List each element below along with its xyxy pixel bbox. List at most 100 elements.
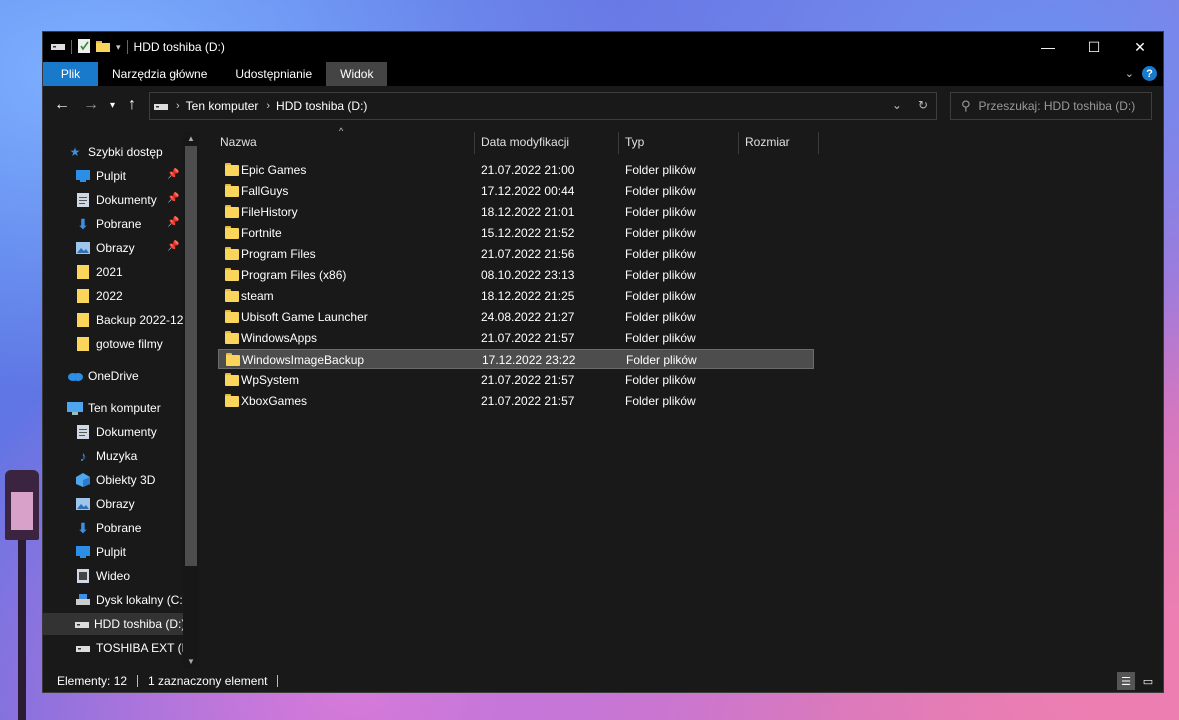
up-arrow-icon[interactable]: ↑ [128,96,136,114]
file-row[interactable]: steam 18.12.2022 21:25 Folder plików [218,286,814,306]
file-date: 21.07.2022 21:57 [481,394,575,408]
recent-locations-chevron-icon[interactable]: ▾ [110,100,115,111]
file-row-selected[interactable]: WindowsImageBackup 17.12.2022 23:22 Fold… [218,349,814,369]
music-icon: ♪ [79,448,87,464]
maximize-button[interactable]: ☐ [1071,32,1117,62]
column-divider[interactable] [474,132,475,154]
file-name: steam [241,289,274,303]
address-history-chevron-icon[interactable]: ⌄ [892,98,902,112]
file-date: 21.07.2022 21:56 [481,247,575,261]
nav-label: 2022 [96,289,123,303]
help-icon[interactable]: ? [1142,66,1157,81]
nav-recent-folder[interactable]: Backup 2022-12- [75,309,187,331]
breadcrumb-chevron-icon[interactable]: › [176,100,180,112]
cube-icon [75,473,91,487]
file-row[interactable]: Ubisoft Game Launcher 24.08.2022 21:27 F… [218,307,814,327]
column-header-size[interactable]: Rozmiar [745,128,790,156]
tab-view[interactable]: Widok [326,62,388,86]
file-type: Folder plików [625,205,696,219]
file-row[interactable]: FileHistory 18.12.2022 21:01 Folder plik… [218,202,814,222]
title-bar[interactable]: ▾ HDD toshiba (D:) — ☐ ✕ [43,32,1163,62]
nav-pinned-downloads[interactable]: ⬇ Pobrane [75,213,141,235]
file-row[interactable]: WindowsApps 21.07.2022 21:57 Folder plik… [218,328,814,348]
nav-pc-music[interactable]: ♪ Muzyka [75,445,138,467]
nav-scrollbar-thumb[interactable] [185,146,197,566]
column-divider[interactable] [738,132,739,154]
file-row[interactable]: FallGuys 17.12.2022 00:44 Folder plików [218,181,814,201]
tab-share[interactable]: Udostępnianie [221,62,326,86]
folder-icon [225,310,239,323]
file-row[interactable]: Epic Games 21.07.2022 21:00 Folder plikó… [218,160,814,180]
details-view-icon[interactable]: ☰ [1117,672,1135,690]
folder-icon [225,268,239,281]
nav-onedrive[interactable]: OneDrive [67,365,139,387]
lamp-pole [18,540,26,720]
file-row[interactable]: Program Files (x86) 08.10.2022 23:13 Fol… [218,265,814,285]
tab-home[interactable]: Narzędzia główne [98,62,221,86]
address-bar[interactable]: › Ten komputer › HDD toshiba (D:) ⌄ ↻ [149,92,937,120]
nav-pc-desktop[interactable]: Pulpit [75,541,126,563]
nav-label: Backup 2022-12- [96,313,188,327]
large-icons-view-icon[interactable]: ▭ [1139,672,1157,690]
file-date: 21.07.2022 21:57 [481,331,575,345]
column-header-type[interactable]: Typ [625,128,644,156]
nav-quick-access[interactable]: ★ Szybki dostęp [67,141,163,163]
file-row[interactable]: Fortnite 15.12.2022 21:52 Folder plików [218,223,814,243]
nav-recent-folder[interactable]: 2021 [75,261,123,283]
nav-pinned-desktop[interactable]: Pulpit [75,165,126,187]
file-row[interactable]: XboxGames 21.07.2022 21:57 Folder plików [218,391,814,411]
nav-pc-video[interactable]: Wideo [75,565,130,587]
tab-file[interactable]: Plik [43,62,98,86]
nav-scrollbar[interactable]: ▲ ▼ [183,132,199,668]
nav-this-pc[interactable]: Ten komputer [67,397,161,419]
video-icon [75,569,91,583]
scroll-down-icon[interactable]: ▼ [187,657,195,666]
back-arrow-icon[interactable]: ← [54,96,70,114]
file-type: Folder plików [625,331,696,345]
file-type: Folder plików [625,373,696,387]
customize-toolbar-icon[interactable]: ▾ [116,42,121,53]
breadcrumb-this-pc[interactable]: Ten komputer [186,99,259,113]
column-header-date[interactable]: Data modyfikacji [481,128,569,156]
nav-pc-pictures[interactable]: Obrazy [75,493,135,515]
nav-pc-drive-c[interactable]: Dysk lokalny (C:) [75,589,187,611]
nav-pc-documents[interactable]: Dokumenty [75,421,157,443]
refresh-icon[interactable]: ↻ [918,98,928,112]
minimize-button[interactable]: — [1025,32,1071,62]
forward-arrow-icon[interactable]: → [83,96,99,114]
column-divider[interactable] [618,132,619,154]
status-bar: Elementy: 12 1 zaznaczony element ☰ ▭ [43,670,1163,692]
toolbar-separator [126,40,128,54]
search-box[interactable]: ⚲ Przeszukaj: HDD toshiba (D:) [950,92,1152,120]
file-name: WindowsApps [241,331,318,345]
folder-icon [75,265,91,279]
ribbon-right-controls: ⌄ ? [1125,66,1157,81]
breadcrumb-chevron-icon[interactable]: › [266,100,270,112]
window-controls: — ☐ ✕ [1025,32,1163,62]
nav-pc-downloads[interactable]: ⬇ Pobrane [75,517,141,539]
nav-pinned-pictures[interactable]: Obrazy [75,237,135,259]
scroll-up-icon[interactable]: ▲ [187,134,195,143]
address-row: ← → ▾ ↑ › Ten komputer › HDD toshiba (D:… [43,88,1163,124]
nav-pc-drive-e[interactable]: TOSHIBA EXT (E:) [75,637,197,659]
column-header-name[interactable]: Nazwa [220,128,257,156]
properties-icon[interactable] [78,38,90,56]
close-button[interactable]: ✕ [1117,32,1163,62]
nav-recent-folder[interactable]: gotowe filmy [75,333,163,355]
column-divider[interactable] [818,132,819,154]
nav-label: Obrazy [96,497,135,511]
new-folder-icon[interactable] [96,40,110,55]
expand-ribbon-icon[interactable]: ⌄ [1125,67,1134,80]
file-row[interactable]: WpSystem 21.07.2022 21:57 Folder plików [218,370,814,390]
file-name: WindowsImageBackup [242,353,365,367]
nav-pinned-documents[interactable]: Dokumenty [75,189,157,211]
folder-icon [225,289,239,302]
nav-pc-3d-objects[interactable]: Obiekty 3D [75,469,155,491]
drive-icon[interactable] [51,40,65,54]
file-row[interactable]: Program Files 21.07.2022 21:56 Folder pl… [218,244,814,264]
pin-icon: 📌 [167,241,180,252]
nav-recent-folder[interactable]: 2022 [75,285,123,307]
breadcrumb-current-drive[interactable]: HDD toshiba (D:) [276,99,367,113]
nav-pc-drive-d[interactable]: HDD toshiba (D:) [43,613,185,635]
star-icon: ★ [69,145,81,159]
